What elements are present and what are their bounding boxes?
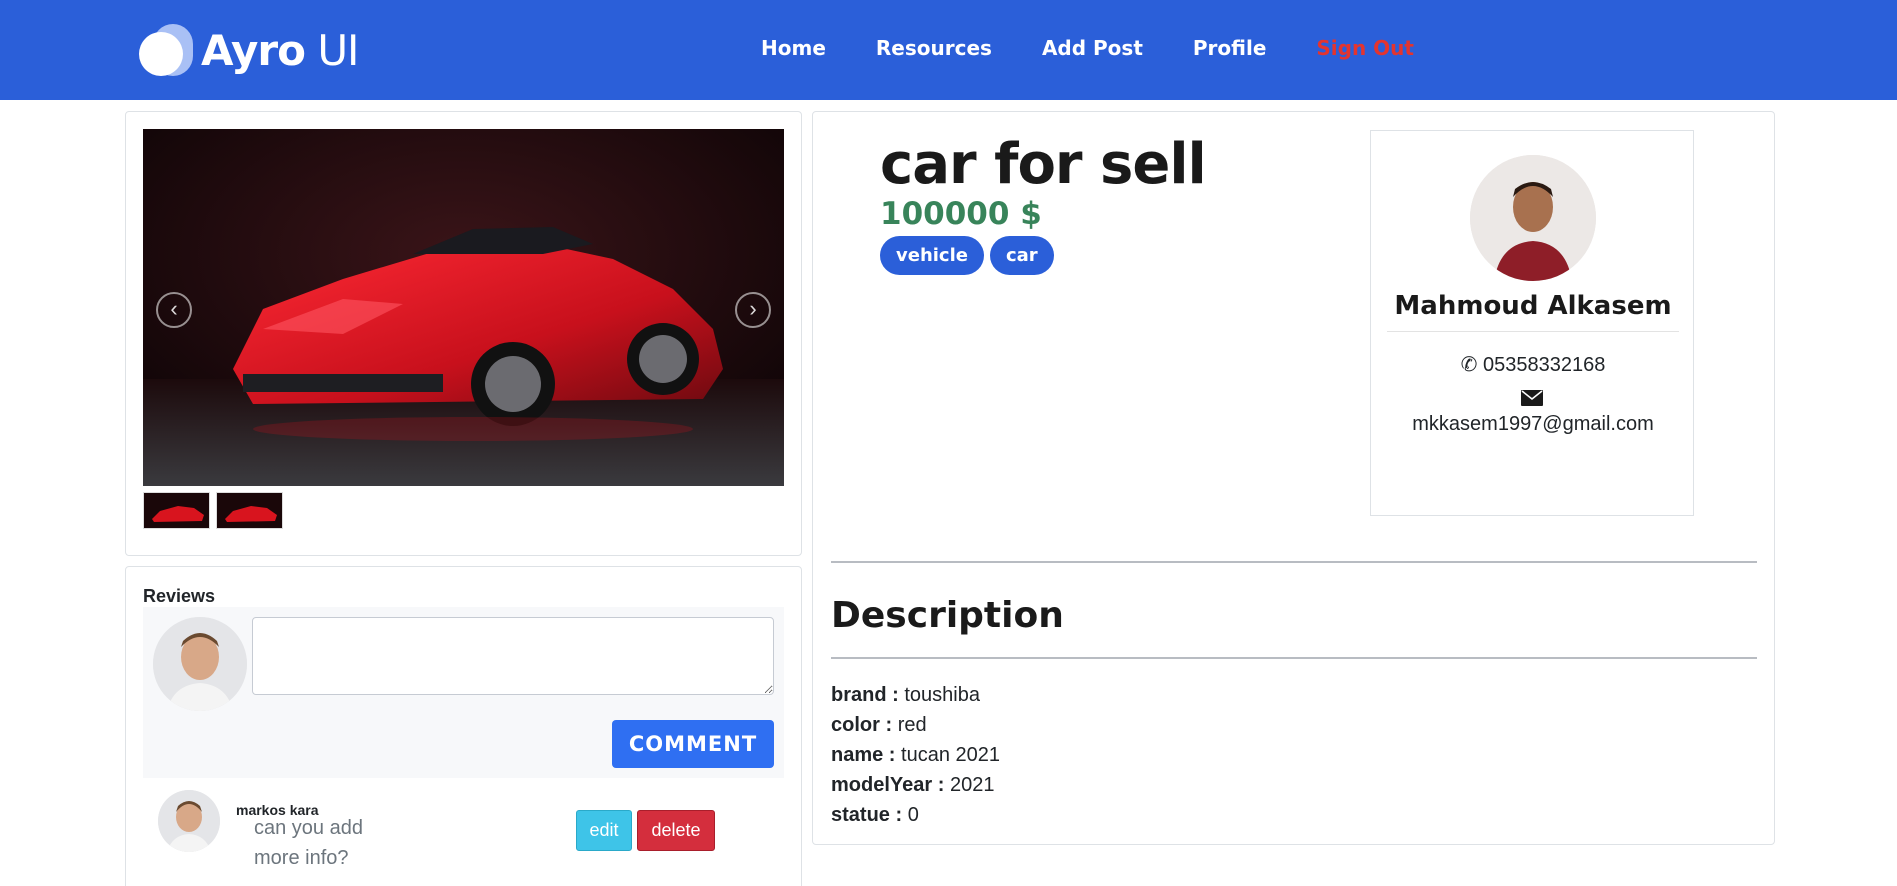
image-carousel[interactable]: ‹ ›	[143, 129, 784, 486]
review-item: markos kara can you add more info? edit …	[143, 778, 784, 878]
brand-logo[interactable]: Ayro UI	[139, 24, 359, 76]
post-tags: vehicle car	[880, 236, 1060, 275]
tag-car[interactable]: car	[989, 236, 1054, 275]
attribute-brand: brand : toushiba	[831, 684, 980, 706]
gallery-card: ‹ ›	[125, 111, 802, 556]
review-text: can you add more info?	[254, 817, 363, 869]
divider	[831, 561, 1757, 563]
attribute-name: name : tucan 2021	[831, 744, 1001, 766]
attribute-statue: statue : 0	[831, 804, 919, 826]
attribute-model-year: modelYear : 2021	[831, 774, 995, 796]
carousel-next-button[interactable]: ›	[735, 292, 771, 328]
seller-divider	[1387, 331, 1679, 332]
seller-avatar	[1470, 155, 1596, 281]
seller-name: Mahmoud Alkasem	[1394, 291, 1672, 321]
logo-icon	[139, 24, 193, 76]
comment-button[interactable]: COMMENT	[612, 720, 774, 768]
edit-review-button[interactable]: edit	[576, 810, 632, 851]
seller-phone-row: ✆ 05358332168	[1371, 352, 1695, 377]
nav-link-add-post[interactable]: Add Post	[1042, 36, 1143, 60]
tag-vehicle[interactable]: vehicle	[880, 236, 984, 275]
divider	[831, 657, 1757, 659]
post-price: 100000 $	[880, 196, 1042, 232]
seller-phone[interactable]: 05358332168	[1483, 354, 1605, 376]
car-photo	[143, 129, 784, 486]
navbar: Ayro UI Home Resources Add Post Profile …	[0, 0, 1897, 100]
attribute-list: brand : toushiba color : red name : tuca…	[831, 680, 1000, 830]
nav-link-sign-out[interactable]: Sign Out	[1316, 36, 1414, 60]
reviewer-avatar	[158, 790, 220, 852]
comment-input[interactable]	[252, 617, 774, 695]
attribute-color: color : red	[831, 714, 927, 736]
brand-name: Ayro UI	[201, 25, 359, 75]
seller-card: Mahmoud Alkasem ✆ 05358332168 mkkasem199…	[1370, 130, 1694, 516]
phone-icon: ✆	[1460, 354, 1478, 376]
nav-link-home[interactable]: Home	[761, 36, 826, 60]
thumbnail-strip	[143, 492, 289, 529]
current-user-avatar	[153, 617, 247, 711]
post-detail-card: car for sell 100000 $ vehicle car Mahmou…	[812, 111, 1775, 845]
chevron-left-icon: ‹	[170, 296, 178, 321]
nav-links: Home Resources Add Post Profile Sign Out	[761, 36, 1414, 60]
seller-email[interactable]: mkkasem1997@gmail.com	[1411, 409, 1655, 440]
chevron-right-icon: ›	[749, 296, 757, 321]
envelope-icon	[1521, 390, 1543, 406]
nav-link-profile[interactable]: Profile	[1193, 36, 1267, 60]
nav-link-resources[interactable]: Resources	[876, 36, 992, 60]
thumbnail-1[interactable]	[143, 492, 210, 529]
carousel-prev-button[interactable]: ‹	[156, 292, 192, 328]
description-title: Description	[831, 595, 1064, 636]
thumbnail-2[interactable]	[216, 492, 283, 529]
post-title: car for sell	[880, 132, 1207, 197]
reviews-card: Reviews COMMENT markos kara can you add …	[125, 566, 802, 886]
comment-form: COMMENT	[143, 607, 784, 778]
reviews-title: Reviews	[143, 586, 216, 606]
delete-review-button[interactable]: delete	[637, 810, 715, 851]
